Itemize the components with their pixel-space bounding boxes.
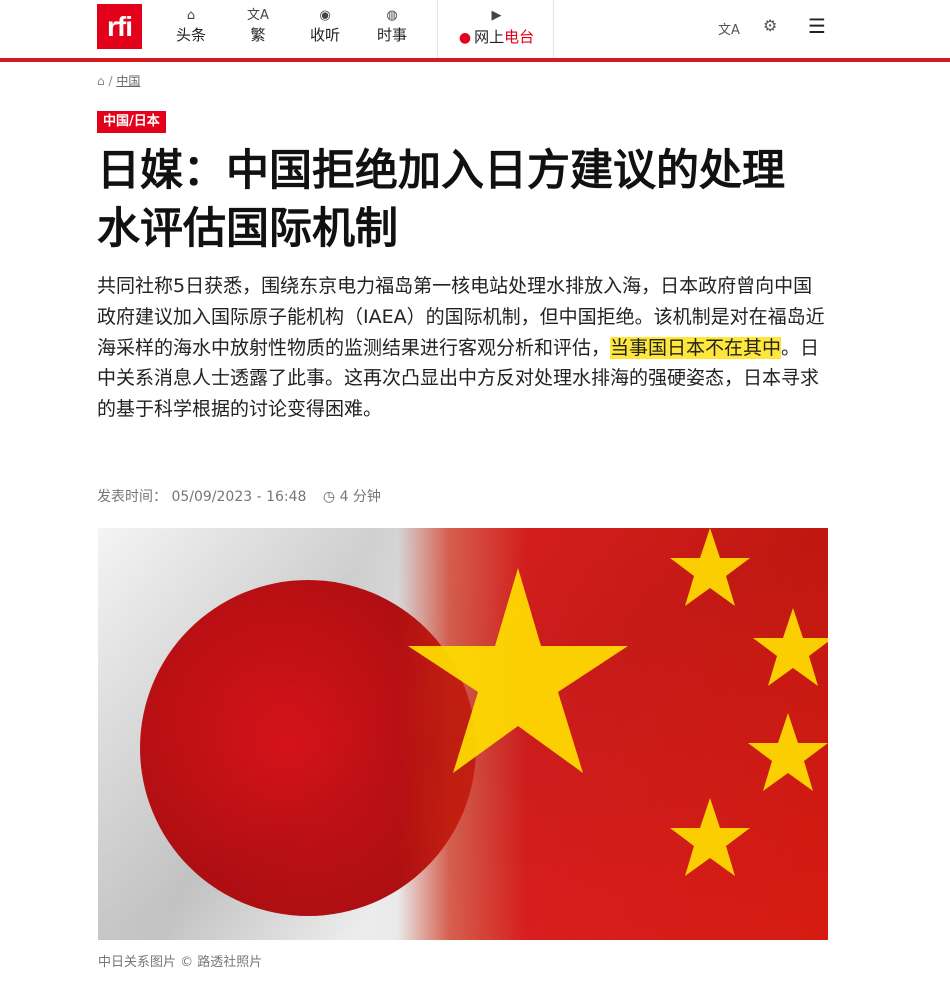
article-meta: 发表时间： 05/09/2023 - 16:48 ◷ 4 分钟 bbox=[97, 486, 381, 506]
top-navigation-bar: rfi ⌂ 头条 文A 繁 ◉ 收听 ◍ 时事 ▶ ● 网上电台 文A ⚙ ☰ bbox=[0, 0, 950, 58]
nav-item-headlines[interactable]: ⌂ 头条 bbox=[161, 6, 221, 44]
language-icon[interactable]: 文A bbox=[718, 19, 740, 38]
article-lead: 共同社称5日获悉，围绕东京电力福岛第一核电站处理水排放入海，日本政府曾向中国政府… bbox=[97, 275, 825, 421]
live-radio-label: ● 网上电台 bbox=[458, 28, 535, 46]
published-date: 05/09/2023 - 16:48 bbox=[171, 489, 307, 505]
nav-item-traditional-chinese[interactable]: 文A 繁 bbox=[228, 6, 288, 44]
settings-icon[interactable]: ⚙ bbox=[763, 16, 777, 35]
clock-icon: ◷ bbox=[322, 489, 336, 505]
nav-label-listen: 收听 bbox=[309, 26, 340, 44]
rfi-logo[interactable]: rfi bbox=[97, 4, 142, 49]
nav-label-traditional: 繁 bbox=[250, 26, 266, 44]
home-icon: ⌂ bbox=[186, 8, 196, 23]
article-title: 日媒：中国拒绝加入日方建议的处理水评估国际机制 bbox=[97, 146, 785, 254]
article-image bbox=[98, 528, 828, 940]
nav-label-headlines: 头条 bbox=[175, 26, 206, 44]
podcast-icon: ◉ bbox=[319, 8, 331, 23]
home-icon[interactable]: ⌂ bbox=[97, 74, 105, 88]
read-time: 4 分钟 bbox=[339, 489, 381, 505]
nav-divider bbox=[437, 0, 438, 58]
globe-icon: ◍ bbox=[386, 8, 398, 23]
nav-item-current-affairs[interactable]: ◍ 时事 bbox=[362, 6, 422, 44]
china-japan-flags-image bbox=[98, 528, 828, 940]
published-label: 发表时间： bbox=[97, 489, 167, 505]
nav-label-current-affairs: 时事 bbox=[376, 26, 407, 44]
nav-item-listen[interactable]: ◉ 收听 bbox=[295, 6, 355, 44]
live-radio-button[interactable]: ▶ ● 网上电台 bbox=[449, 6, 544, 47]
breadcrumb-link-china[interactable]: 中国 bbox=[116, 74, 140, 88]
breadcrumb-separator: / bbox=[108, 74, 113, 88]
category-tag[interactable]: 中国/日本 bbox=[97, 111, 166, 133]
highlighted-text: 当事国日本不在其中 bbox=[610, 336, 782, 359]
live-dot: ● bbox=[458, 30, 472, 46]
menu-icon[interactable]: ☰ bbox=[808, 14, 826, 38]
nav-divider bbox=[553, 0, 554, 58]
breadcrumb: ⌂ / 中国 bbox=[97, 72, 140, 89]
image-caption: 中日关系图片 © 路透社照片 bbox=[98, 955, 263, 970]
play-icon: ▶ bbox=[491, 8, 502, 23]
translate-icon: 文A bbox=[247, 8, 269, 23]
header-accent-line bbox=[0, 58, 950, 62]
